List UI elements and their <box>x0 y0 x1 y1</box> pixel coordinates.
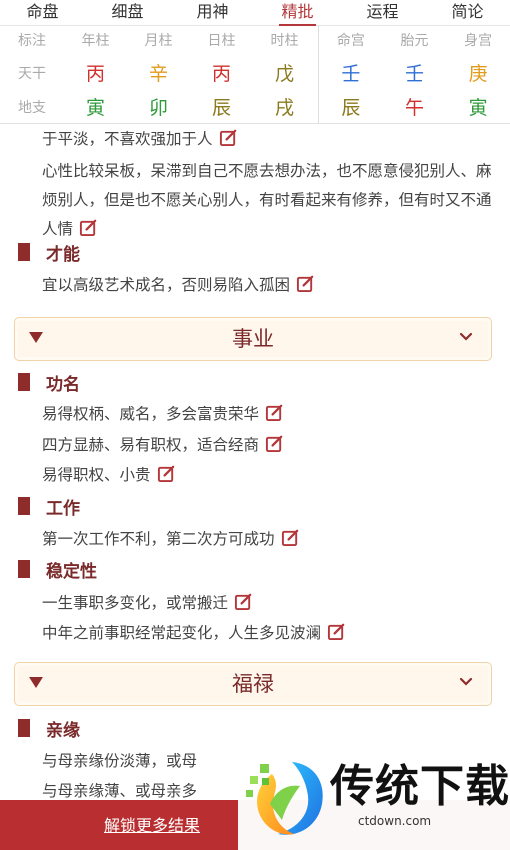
header-biaozhu: 标注 <box>18 33 46 49</box>
category-career-toggle[interactable]: 事业 <box>14 317 492 361</box>
edit-icon[interactable] <box>265 434 284 453</box>
ctdown-logo-icon <box>246 762 323 835</box>
section-work: 工作 <box>18 493 80 519</box>
list-item: 第一次工作不利，第二次方可成功 <box>42 525 492 554</box>
dizhi-month: 卯 <box>148 97 168 119</box>
section-title: 亲缘 <box>46 720 80 741</box>
analysis-text: 心性比较呆板，呆滞到自己不愿去想办法，也不愿意侵犯别人、麻烦别人，但是也不愿关心… <box>42 162 492 238</box>
section-marker <box>18 719 30 737</box>
list-item: 于平淡，不喜欢强加于人 <box>42 125 492 154</box>
section-kinship: 亲缘 <box>18 715 80 741</box>
edit-icon[interactable] <box>327 622 346 641</box>
section-stability: 稳定性 <box>18 556 97 582</box>
analysis-text: 一生事职多变化，或常搬迁 <box>42 594 229 612</box>
header-rizhu: 日柱 <box>207 33 236 49</box>
tiangan-day: 丙 <box>211 63 231 85</box>
list-item: 易得权柄、威名，多会富贵荣华 <box>42 400 492 429</box>
tab-xipan[interactable]: 细盘 <box>85 0 170 25</box>
tab-jingpi[interactable]: 精批 <box>255 0 340 26</box>
analysis-text: 与母亲缘份淡薄，或母 <box>42 752 198 770</box>
watermark-url: ctdown.com <box>358 814 432 828</box>
tiangan-hour: 戊 <box>274 63 294 85</box>
edit-icon[interactable] <box>265 403 284 422</box>
tiangan-label: 天干 <box>18 66 46 82</box>
list-item: 宜以高级艺术成名，否则易陷入孤困 <box>42 271 492 300</box>
edit-icon[interactable] <box>296 274 315 293</box>
pillar-table-main: 标注 年柱 月柱 日柱 时柱 天干 丙 辛 丙 戊 地支 寅 卯 辰 戌 <box>0 26 318 124</box>
chevron-down-icon <box>459 332 473 341</box>
top-tab-bar: 命盘 细盘 用神 精批 运程 简论 <box>0 0 510 26</box>
list-item: 四方显赫、易有职权，适合经商 <box>42 431 492 460</box>
dizhi-hour: 戌 <box>274 97 294 119</box>
category-fortune-toggle[interactable]: 福禄 <box>14 662 492 706</box>
chevron-down-icon <box>459 677 473 686</box>
edit-icon[interactable] <box>157 464 176 483</box>
analysis-text: 中年之前事职经常起变化，人生多见波澜 <box>42 624 322 642</box>
list-item: 易得职权、小贵 <box>42 461 492 490</box>
taiyuan-dizhi: 午 <box>405 97 425 119</box>
list-item: 中年之前事职经常起变化，人生多见波澜 <box>42 619 492 648</box>
pillar-table-palaces: 命宫 胎元 身宫 壬 壬 庚 辰 午 寅 <box>318 26 510 124</box>
analysis-text: 四方显赫、易有职权，适合经商 <box>42 436 260 454</box>
section-title: 才能 <box>46 244 80 265</box>
dizhi-year: 寅 <box>85 97 105 119</box>
tab-yuncheng[interactable]: 运程 <box>340 0 425 25</box>
taiyuan-tiangan: 壬 <box>405 63 425 85</box>
unlock-more-link[interactable]: 解锁更多结果 <box>104 812 200 836</box>
edit-icon[interactable] <box>219 128 238 147</box>
section-marker <box>18 560 30 578</box>
header-yuezhu: 月柱 <box>144 33 173 49</box>
minggong-tiangan: 壬 <box>341 63 361 85</box>
edit-icon[interactable] <box>234 592 253 611</box>
watermark: 传统下载 ctdown.com <box>238 748 510 850</box>
header-shizhu: 时柱 <box>270 33 299 49</box>
edit-icon[interactable] <box>79 218 98 237</box>
analysis-text: 宜以高级艺术成名，否则易陷入孤困 <box>42 276 291 294</box>
list-item: 一生事职多变化，或常搬迁 <box>42 589 492 618</box>
pillar-table: 标注 年柱 月柱 日柱 时柱 天干 丙 辛 丙 戊 地支 寅 卯 辰 戌 命宫 … <box>0 26 510 124</box>
analysis-text: 易得权柄、威名，多会富贵荣华 <box>42 405 260 423</box>
dizhi-label: 地支 <box>18 100 46 116</box>
list-item: 心性比较呆板，呆滞到自己不愿去想办法，也不愿意侵犯别人、麻烦别人，但是也不愿关心… <box>42 157 492 244</box>
tiangan-year: 丙 <box>85 63 105 85</box>
analysis-text: 易得职权、小贵 <box>42 466 151 484</box>
section-marker <box>18 497 30 515</box>
tab-jianlun[interactable]: 简论 <box>425 0 510 25</box>
tiangan-month: 辛 <box>148 63 168 85</box>
dizhi-day: 辰 <box>211 97 231 119</box>
category-title: 事业 <box>232 327 274 351</box>
section-title: 功名 <box>46 374 80 395</box>
shengong-dizhi: 寅 <box>468 97 488 119</box>
header-nianzhu: 年柱 <box>81 33 110 49</box>
header-shengong: 身宫 <box>464 33 493 49</box>
minggong-dizhi: 辰 <box>341 97 361 119</box>
shengong-tiangan: 庚 <box>468 63 488 85</box>
header-minggong: 命宫 <box>336 33 365 49</box>
edit-icon[interactable] <box>281 528 300 547</box>
tab-yongshen[interactable]: 用神 <box>170 0 255 25</box>
watermark-brand: 传统下载 <box>330 761 510 812</box>
section-title: 稳定性 <box>46 561 97 582</box>
analysis-text: 第一次工作不利，第二次方可成功 <box>42 530 275 548</box>
section-fame: 功名 <box>18 369 80 395</box>
section-talent: 才能 <box>18 239 80 265</box>
analysis-text: 于平淡，不喜欢强加于人 <box>42 130 213 148</box>
section-title: 工作 <box>46 498 80 519</box>
tab-mingpan[interactable]: 命盘 <box>0 0 85 25</box>
section-marker <box>18 243 30 261</box>
header-taiyuan: 胎元 <box>400 33 429 49</box>
category-title: 福禄 <box>232 672 274 696</box>
analysis-text: 与母亲缘薄、或母亲多 <box>42 782 198 800</box>
section-marker <box>18 373 30 391</box>
